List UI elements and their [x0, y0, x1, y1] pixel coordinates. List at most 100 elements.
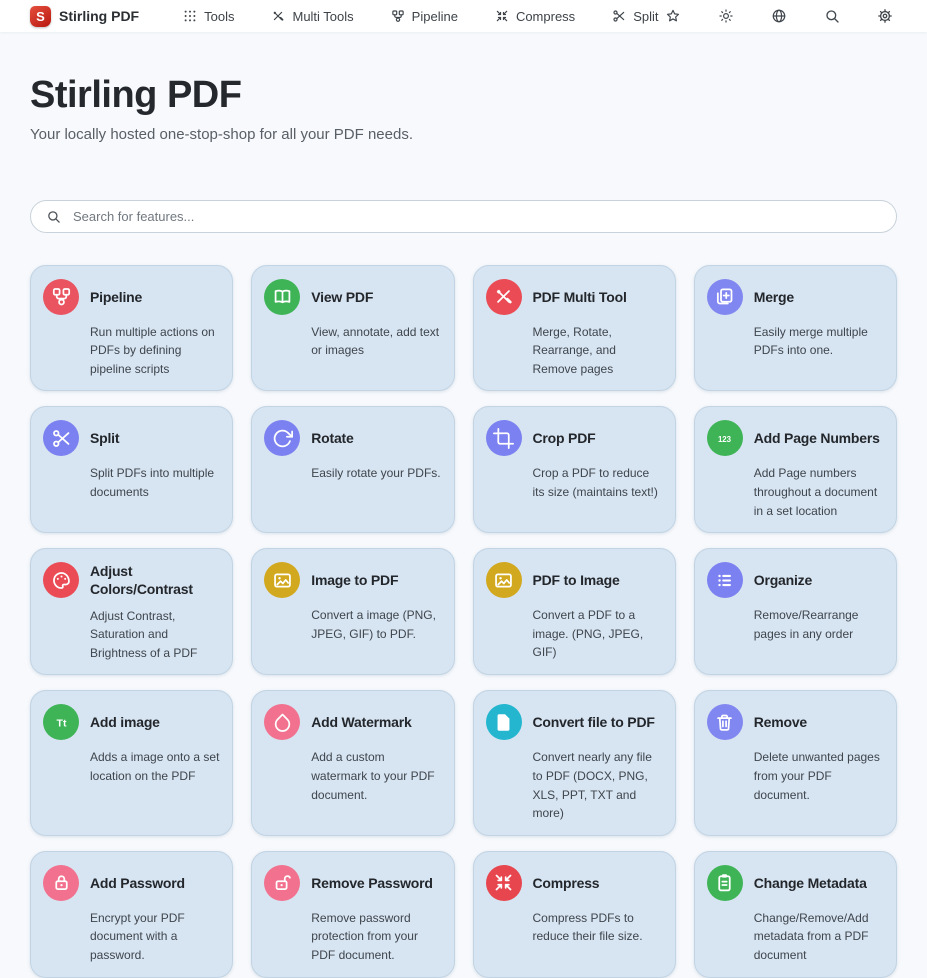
- search-icon[interactable]: [824, 8, 840, 24]
- card-description: Easily rotate your PDFs.: [311, 464, 441, 483]
- gear-icon[interactable]: [877, 8, 893, 24]
- card-remove[interactable]: Remove Delete unwanted pages from your P…: [694, 690, 897, 835]
- card-description: Convert nearly any file to PDF (DOCX, PN…: [533, 748, 663, 822]
- star-icon[interactable]: [665, 8, 681, 24]
- card-description: Convert a PDF to a image. (PNG, JPEG, GI…: [533, 606, 663, 662]
- card-description: Delete unwanted pages from your PDF docu…: [754, 748, 884, 804]
- brand-name: Stirling PDF: [59, 8, 139, 24]
- droplet-icon: [264, 704, 300, 740]
- scissors-icon: [43, 420, 79, 456]
- compress-icon: [486, 865, 522, 901]
- stirling-logo-icon: S: [30, 6, 51, 27]
- card-title: Remove: [754, 713, 884, 731]
- card-description: Change/Remove/Add metadata from a PDF do…: [754, 909, 884, 965]
- nav-item-label: Pipeline: [412, 9, 458, 24]
- card-organize[interactable]: Organize Remove/Rearrange pages in any o…: [694, 548, 897, 675]
- trash-icon: [707, 704, 743, 740]
- card-description: Add a custom watermark to your PDF docum…: [311, 748, 441, 804]
- card-change-metadata[interactable]: Change Metadata Change/Remove/Add metada…: [694, 851, 897, 978]
- list-icon: [707, 562, 743, 598]
- text-tt-icon: Tt: [43, 704, 79, 740]
- card-merge[interactable]: Merge Easily merge multiple PDFs into on…: [694, 265, 897, 392]
- card-compress[interactable]: Compress Compress PDFs to reduce their f…: [473, 851, 676, 978]
- nav-item-split[interactable]: Split: [612, 9, 658, 24]
- card-title: Merge: [754, 288, 884, 306]
- card-title: Remove Password: [311, 874, 441, 892]
- card-view-pdf[interactable]: View PDF View, annotate, add text or ima…: [251, 265, 454, 392]
- card-title: Add Watermark: [311, 713, 441, 731]
- card-pipeline[interactable]: Pipeline Run multiple actions on PDFs by…: [30, 265, 233, 392]
- card-title: View PDF: [311, 288, 441, 306]
- card-title: Crop PDF: [533, 429, 663, 447]
- image-icon: [486, 562, 522, 598]
- card-title: Add Password: [90, 874, 220, 892]
- nav-item-tools[interactable]: Tools: [183, 9, 234, 24]
- card-title: Adjust Colors/Contrast: [90, 562, 220, 598]
- search-icon: [46, 209, 61, 224]
- card-pdf-to-image[interactable]: PDF to Image Convert a PDF to a image. (…: [473, 548, 676, 675]
- nav-item-label: Tools: [204, 9, 234, 24]
- numbers-123-icon: 123: [707, 420, 743, 456]
- scissors-icon: [612, 9, 626, 23]
- card-description: Encrypt your PDF document with a passwor…: [90, 909, 220, 965]
- multitool-icon: [271, 9, 285, 23]
- nav-item-compress[interactable]: Compress: [495, 9, 575, 24]
- card-remove-password[interactable]: Remove Password Remove password protecti…: [251, 851, 454, 978]
- card-description: Add Page numbers throughout a document i…: [754, 464, 884, 520]
- nav-item-label: Split: [633, 9, 658, 24]
- feature-grid: Pipeline Run multiple actions on PDFs by…: [30, 265, 897, 978]
- card-description: Compress PDFs to reduce their file size.: [533, 909, 663, 946]
- compress-icon: [495, 9, 509, 23]
- card-pdf-multi-tool[interactable]: PDF Multi Tool Merge, Rotate, Rearrange,…: [473, 265, 676, 392]
- page-subtitle: Your locally hosted one-stop-shop for al…: [30, 126, 897, 143]
- svg-text:123: 123: [718, 435, 732, 444]
- card-image-to-pdf[interactable]: Image to PDF Convert a image (PNG, JPEG,…: [251, 548, 454, 675]
- file-icon: [486, 704, 522, 740]
- card-title: Add image: [90, 713, 220, 731]
- rotate-icon: [264, 420, 300, 456]
- card-description: Merge, Rotate, Rearrange, and Remove pag…: [533, 323, 663, 379]
- unlock-icon: [264, 865, 300, 901]
- card-title: PDF Multi Tool: [533, 288, 663, 306]
- card-description: Adjust Contrast, Saturation and Brightne…: [90, 607, 220, 663]
- merge-icon: [707, 279, 743, 315]
- card-description: Convert a image (PNG, JPEG, GIF) to PDF.: [311, 606, 441, 643]
- card-description: Run multiple actions on PDFs by defining…: [90, 323, 220, 379]
- nav-item-multi-tools[interactable]: Multi Tools: [271, 9, 353, 24]
- feature-search: [30, 200, 897, 233]
- card-description: Easily merge multiple PDFs into one.: [754, 323, 884, 360]
- card-split[interactable]: Split Split PDFs into multiple documents: [30, 406, 233, 533]
- page-title: Stirling PDF: [30, 74, 897, 118]
- nav-item-label: Compress: [516, 9, 575, 24]
- sun-icon[interactable]: [718, 8, 734, 24]
- pipeline-icon: [391, 9, 405, 23]
- card-description: View, annotate, add text or images: [311, 323, 441, 360]
- card-title: PDF to Image: [533, 571, 663, 589]
- card-title: Convert file to PDF: [533, 713, 663, 731]
- nav-item-pipeline[interactable]: Pipeline: [391, 9, 458, 24]
- crop-icon: [486, 420, 522, 456]
- card-add-password[interactable]: Add Password Encrypt your PDF document w…: [30, 851, 233, 978]
- card-rotate[interactable]: Rotate Easily rotate your PDFs.: [251, 406, 454, 533]
- nav-item-label: Multi Tools: [292, 9, 353, 24]
- card-description: Crop a PDF to reduce its size (maintains…: [533, 464, 663, 501]
- card-title: Organize: [754, 571, 884, 589]
- card-adjust-colors-contrast[interactable]: Adjust Colors/Contrast Adjust Contrast, …: [30, 548, 233, 675]
- globe-icon[interactable]: [771, 8, 787, 24]
- card-convert-file-to-pdf[interactable]: Convert file to PDF Convert nearly any f…: [473, 690, 676, 835]
- card-crop-pdf[interactable]: Crop PDF Crop a PDF to reduce its size (…: [473, 406, 676, 533]
- main-content: Stirling PDF Your locally hosted one-sto…: [0, 74, 927, 978]
- card-description: Remove/Rearrange pages in any order: [754, 606, 884, 643]
- multitool-icon: [486, 279, 522, 315]
- card-add-page-numbers[interactable]: 123 Add Page Numbers Add Page numbers th…: [694, 406, 897, 533]
- card-description: Adds a image onto a set location on the …: [90, 748, 220, 785]
- search-input[interactable]: [71, 208, 881, 225]
- brand-home-link[interactable]: S Stirling PDF: [30, 6, 139, 27]
- card-title: Pipeline: [90, 288, 220, 306]
- clipboard-icon: [707, 865, 743, 901]
- card-title: Add Page Numbers: [754, 429, 884, 447]
- lock-icon: [43, 865, 79, 901]
- card-add-watermark[interactable]: Add Watermark Add a custom watermark to …: [251, 690, 454, 835]
- image-icon: [264, 562, 300, 598]
- card-add-image[interactable]: Tt Add image Adds a image onto a set loc…: [30, 690, 233, 835]
